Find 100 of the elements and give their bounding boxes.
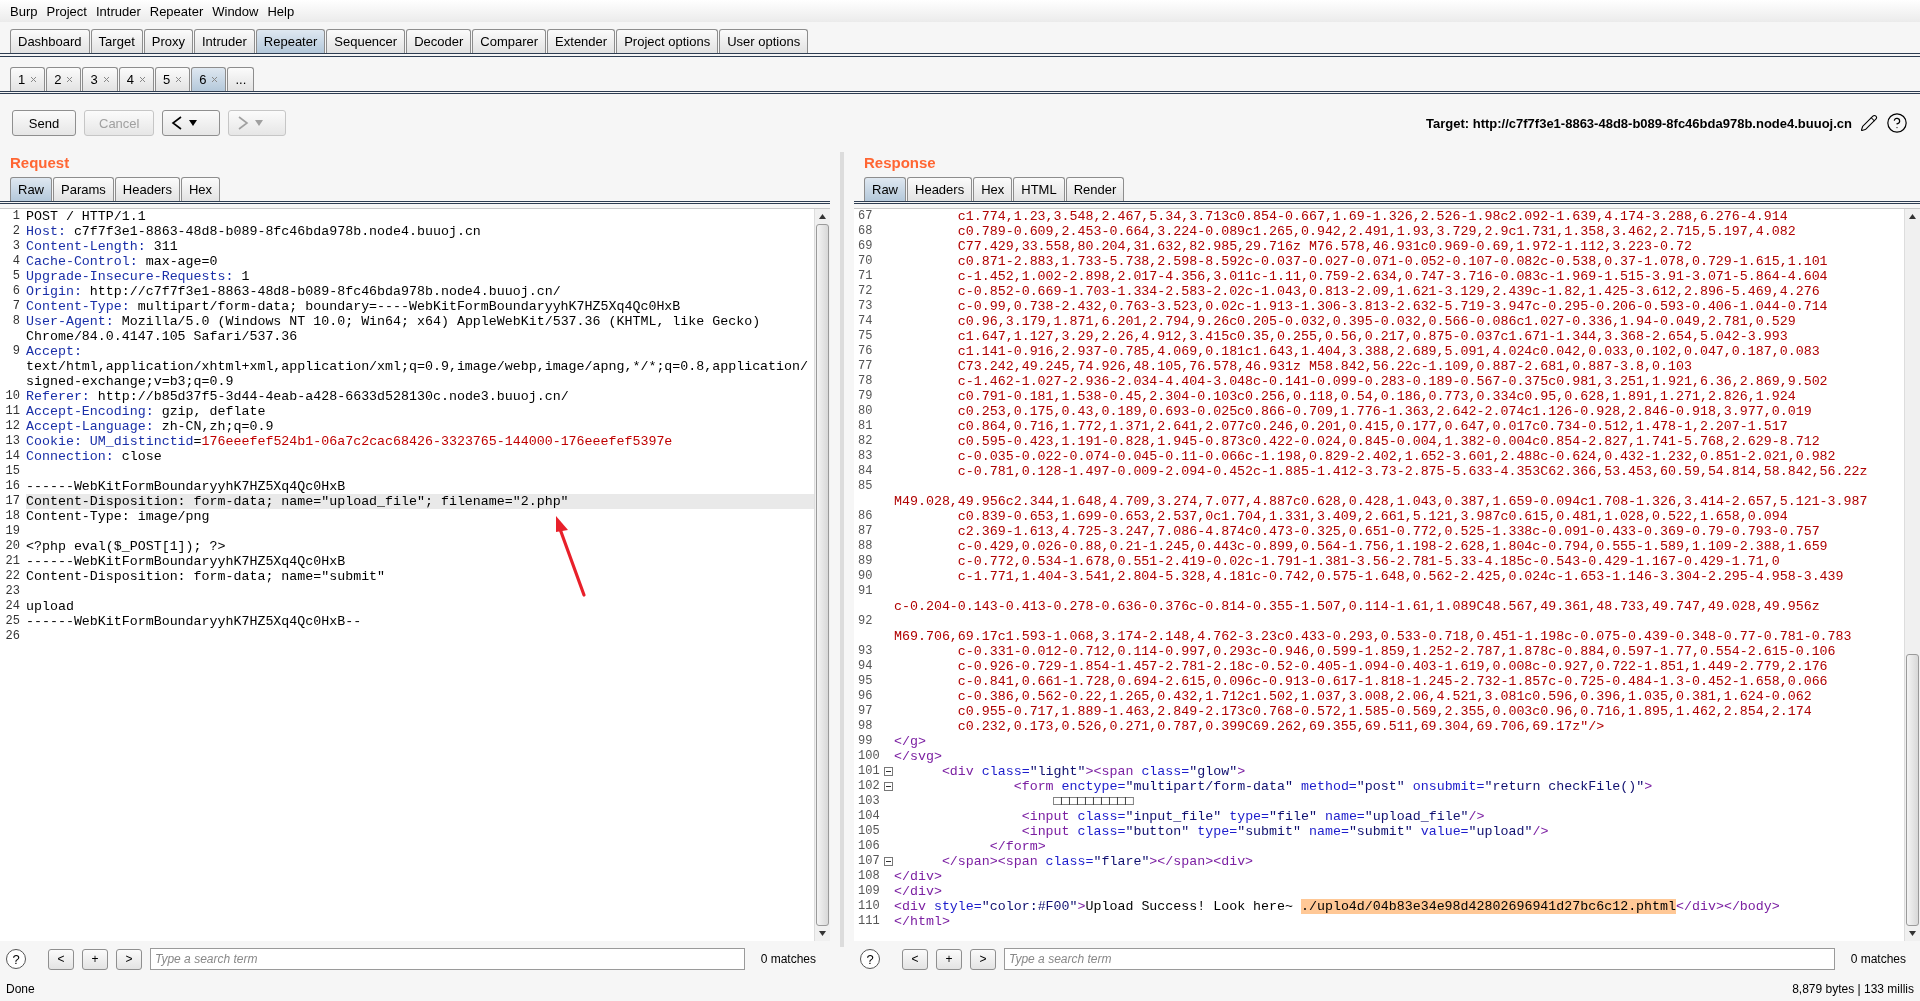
- menu-item[interactable]: Intruder: [95, 3, 141, 19]
- request-number-tab[interactable]: 5: [154, 67, 191, 91]
- tool-tab[interactable]: User options: [719, 29, 809, 53]
- code-line: c0.791-0.181,1.538-0.45,2.304-0.103c0.256,0.118,0.54,0.186,0.773,0.334c0.95,0.628,1.891,1.271,2.826,1.924: [956, 389, 1797, 404]
- code-line: </svg>: [894, 749, 943, 764]
- search-nav-button[interactable]: <: [902, 948, 928, 970]
- line-number: 12: [4, 419, 21, 434]
- line-number: 89: [857, 554, 874, 569]
- search-field[interactable]: Type a search term: [1004, 948, 1835, 970]
- close-icon[interactable]: [30, 76, 38, 83]
- code-line: c1.647,1.127,3.29,2.26,4.912,3.415c0.35,0.255,0.56,0.217,0.875-0.037c1.671-1.344,3.368-2.654,5.042-3.993: [956, 329, 1789, 344]
- line-number: 11: [4, 404, 21, 419]
- close-icon[interactable]: [102, 76, 110, 83]
- request-number-tab[interactable]: 3: [82, 67, 118, 91]
- line-number: 104: [857, 809, 881, 824]
- line-number: 24: [4, 599, 21, 614]
- request-number-tab[interactable]: 1: [10, 67, 46, 91]
- tool-tab[interactable]: Target: [90, 29, 143, 53]
- pane-title: Response: [863, 153, 937, 173]
- help-button[interactable]: ?: [6, 949, 26, 969]
- menu-item[interactable]: Help: [267, 3, 295, 19]
- tool-tab[interactable]: Intruder: [194, 29, 255, 53]
- tool-tab[interactable]: Comparer: [472, 29, 547, 53]
- code-line: c-0.841,0.661-1.728,0.694-2.615,0.096c-0.913-0.617-1.818-1.245-2.732-1.857c-0.725-0.484-1.3-0.452-1.658,0.066: [956, 674, 1829, 689]
- menu-item[interactable]: Project: [46, 3, 87, 19]
- code-line: </div>: [894, 884, 943, 899]
- pencil-icon[interactable]: [1860, 114, 1878, 132]
- caret-icon: [255, 120, 264, 126]
- search-nav-button[interactable]: +: [936, 948, 962, 970]
- line-number: 97: [857, 704, 874, 719]
- scrollbar[interactable]: [1904, 209, 1920, 941]
- tool-tab[interactable]: Project options: [616, 29, 719, 53]
- tab[interactable]: Headers: [114, 177, 180, 201]
- request-number-tab[interactable]: 2: [46, 67, 82, 91]
- line-number: 10: [4, 389, 21, 404]
- tab[interactable]: HTML: [1013, 177, 1065, 201]
- code-line: M69.706,69.17c1.593-1.068,3.174-2.148,4.762-3.23c0.433-0.293,0.533-0.718,0.451-1.198c-0.075-0.439-0.348-0.77-0.781-0.783: [894, 629, 1853, 644]
- code-line: c0.789-0.609,2.453-0.664,3.224-0.089c1.265,0.942,2.491,1.93,3.729,2.9c1.731,1.358,3.462,2.715,5.197,4.082: [956, 224, 1797, 239]
- line-number: 88: [857, 539, 874, 554]
- tool-tab[interactable]: Dashboard: [10, 29, 90, 53]
- tab[interactable]: Raw: [864, 177, 906, 201]
- menu-item[interactable]: Burp: [10, 3, 38, 19]
- line-number: 107: [857, 854, 881, 869]
- code-line: Cookie: UM_distinctid=176eeefef524b1-06a7c2cac68426-3323765-144000-176eeefef5397e: [26, 434, 674, 449]
- code-line: Chrome/84.0.4147.105 Safari/537.36: [26, 329, 299, 344]
- tool-tab[interactable]: Extender: [547, 29, 616, 53]
- fold-icon[interactable]: [884, 782, 893, 791]
- help-icon[interactable]: [1886, 112, 1908, 134]
- tab[interactable]: Headers: [907, 177, 973, 201]
- code-line: </form>: [988, 839, 1047, 854]
- code-line: c-0.386,0.562-0.22,1.265,0.432,1.712c1.502,1.037,3.008,2.06,4.521,3.081c0.596,0.396,1.035,0.381,1.624-0.062: [956, 689, 1813, 704]
- line-number: 67: [857, 209, 874, 224]
- line-number: 2: [11, 224, 21, 239]
- tab[interactable]: Hex: [180, 177, 221, 201]
- code-line: Content-Disposition: form-data; name="submit": [26, 569, 387, 584]
- menu-item[interactable]: Window: [212, 3, 259, 19]
- close-icon[interactable]: [211, 76, 219, 83]
- tab[interactable]: Params: [53, 177, 114, 201]
- fold-icon[interactable]: [884, 767, 893, 776]
- request-number-tab[interactable]: 6: [191, 67, 227, 91]
- tab[interactable]: Hex: [973, 177, 1013, 201]
- tool-tab[interactable]: Decoder: [406, 29, 472, 53]
- response-editor[interactable]: [854, 208, 1920, 941]
- close-icon[interactable]: [175, 76, 183, 83]
- tab[interactable]: Raw: [10, 177, 52, 201]
- code-line: <div style="color:#F00">Upload Success! Look here~ ./uplo4d/04b83e34e98d42802696941d27bc6c12.phtml</div></body>: [894, 899, 1781, 914]
- code-line: c-0.99,0.738-2.432,0.763-3.523,0.02c-1.913-1.306-3.813-2.632-5.719-3.947c-0.295-0.206-0.593-0.406-1.044-0.714: [956, 299, 1829, 314]
- scroll-thumb[interactable]: [816, 224, 829, 926]
- line-number: 85: [857, 479, 874, 494]
- search-field[interactable]: Type a search term: [150, 948, 745, 970]
- line-number: 102: [857, 779, 881, 794]
- tool-tab[interactable]: Repeater: [255, 29, 326, 53]
- search-nav-button[interactable]: >: [970, 948, 996, 970]
- close-icon[interactable]: [138, 76, 146, 83]
- code-line: c-0.204-0.143-0.413-0.278-0.636-0.376c-0.814-0.355-1.507,0.114-1.61,1.089C48.567,49.361,48.733,49.747,49.028,49.956z: [894, 599, 1821, 614]
- code-line: c0.595-0.423,1.191-0.828,1.945-0.873c0.422-0.024,0.845-0.004,1.382-0.004c0.854-2.827,1.741-5.768,2.629-8.712: [956, 434, 1821, 449]
- close-icon[interactable]: [66, 76, 74, 83]
- line-number: 95: [857, 674, 874, 689]
- tab[interactable]: Render: [1065, 177, 1125, 201]
- search-nav-button[interactable]: <: [48, 948, 74, 970]
- tool-tab[interactable]: Proxy: [143, 29, 193, 53]
- code-line: <form enctype="multipart/form-data" method="post" onsubmit="return checkFile()">: [1012, 779, 1654, 794]
- toolbar-button[interactable]: Send: [12, 110, 76, 136]
- search-nav-button[interactable]: >: [116, 948, 142, 970]
- code-line: c-1.462-1.027-2.936-2.034-4.404-3.048c-0.141-0.099-0.283-0.189-0.567-0.375c0.981,3.251,1.921,6.36,2.869,9.502: [956, 374, 1829, 389]
- fold-icon[interactable]: [884, 857, 893, 866]
- back-button[interactable]: [162, 110, 221, 136]
- code-line: M49.028,49.956c2.344,1.648,4.709,3.274,7.077,4.887c0.628,0.428,1.043,0.387,1.659-0.094c1.708-1.326,3.414-2.657,5.121-3.987: [894, 494, 1869, 509]
- help-button[interactable]: ?: [860, 949, 880, 969]
- search-nav-button[interactable]: +: [82, 948, 108, 970]
- scroll-thumb[interactable]: [1906, 654, 1919, 926]
- line-number: 77: [857, 359, 874, 374]
- code-line: User-Agent: Mozilla/5.0 (Windows NT 10.0; Win64; x64) AppleWebKit/537.36 (KHTML, like Gecko): [26, 314, 762, 329]
- tool-tab[interactable]: Sequencer: [326, 29, 406, 53]
- scrollbar[interactable]: [814, 209, 830, 941]
- menu-item[interactable]: Repeater: [149, 3, 204, 19]
- request-editor[interactable]: [0, 208, 830, 941]
- request-number-tab[interactable]: 4: [118, 67, 154, 91]
- more-tabs[interactable]: ...: [227, 67, 255, 91]
- line-number: 105: [857, 824, 881, 839]
